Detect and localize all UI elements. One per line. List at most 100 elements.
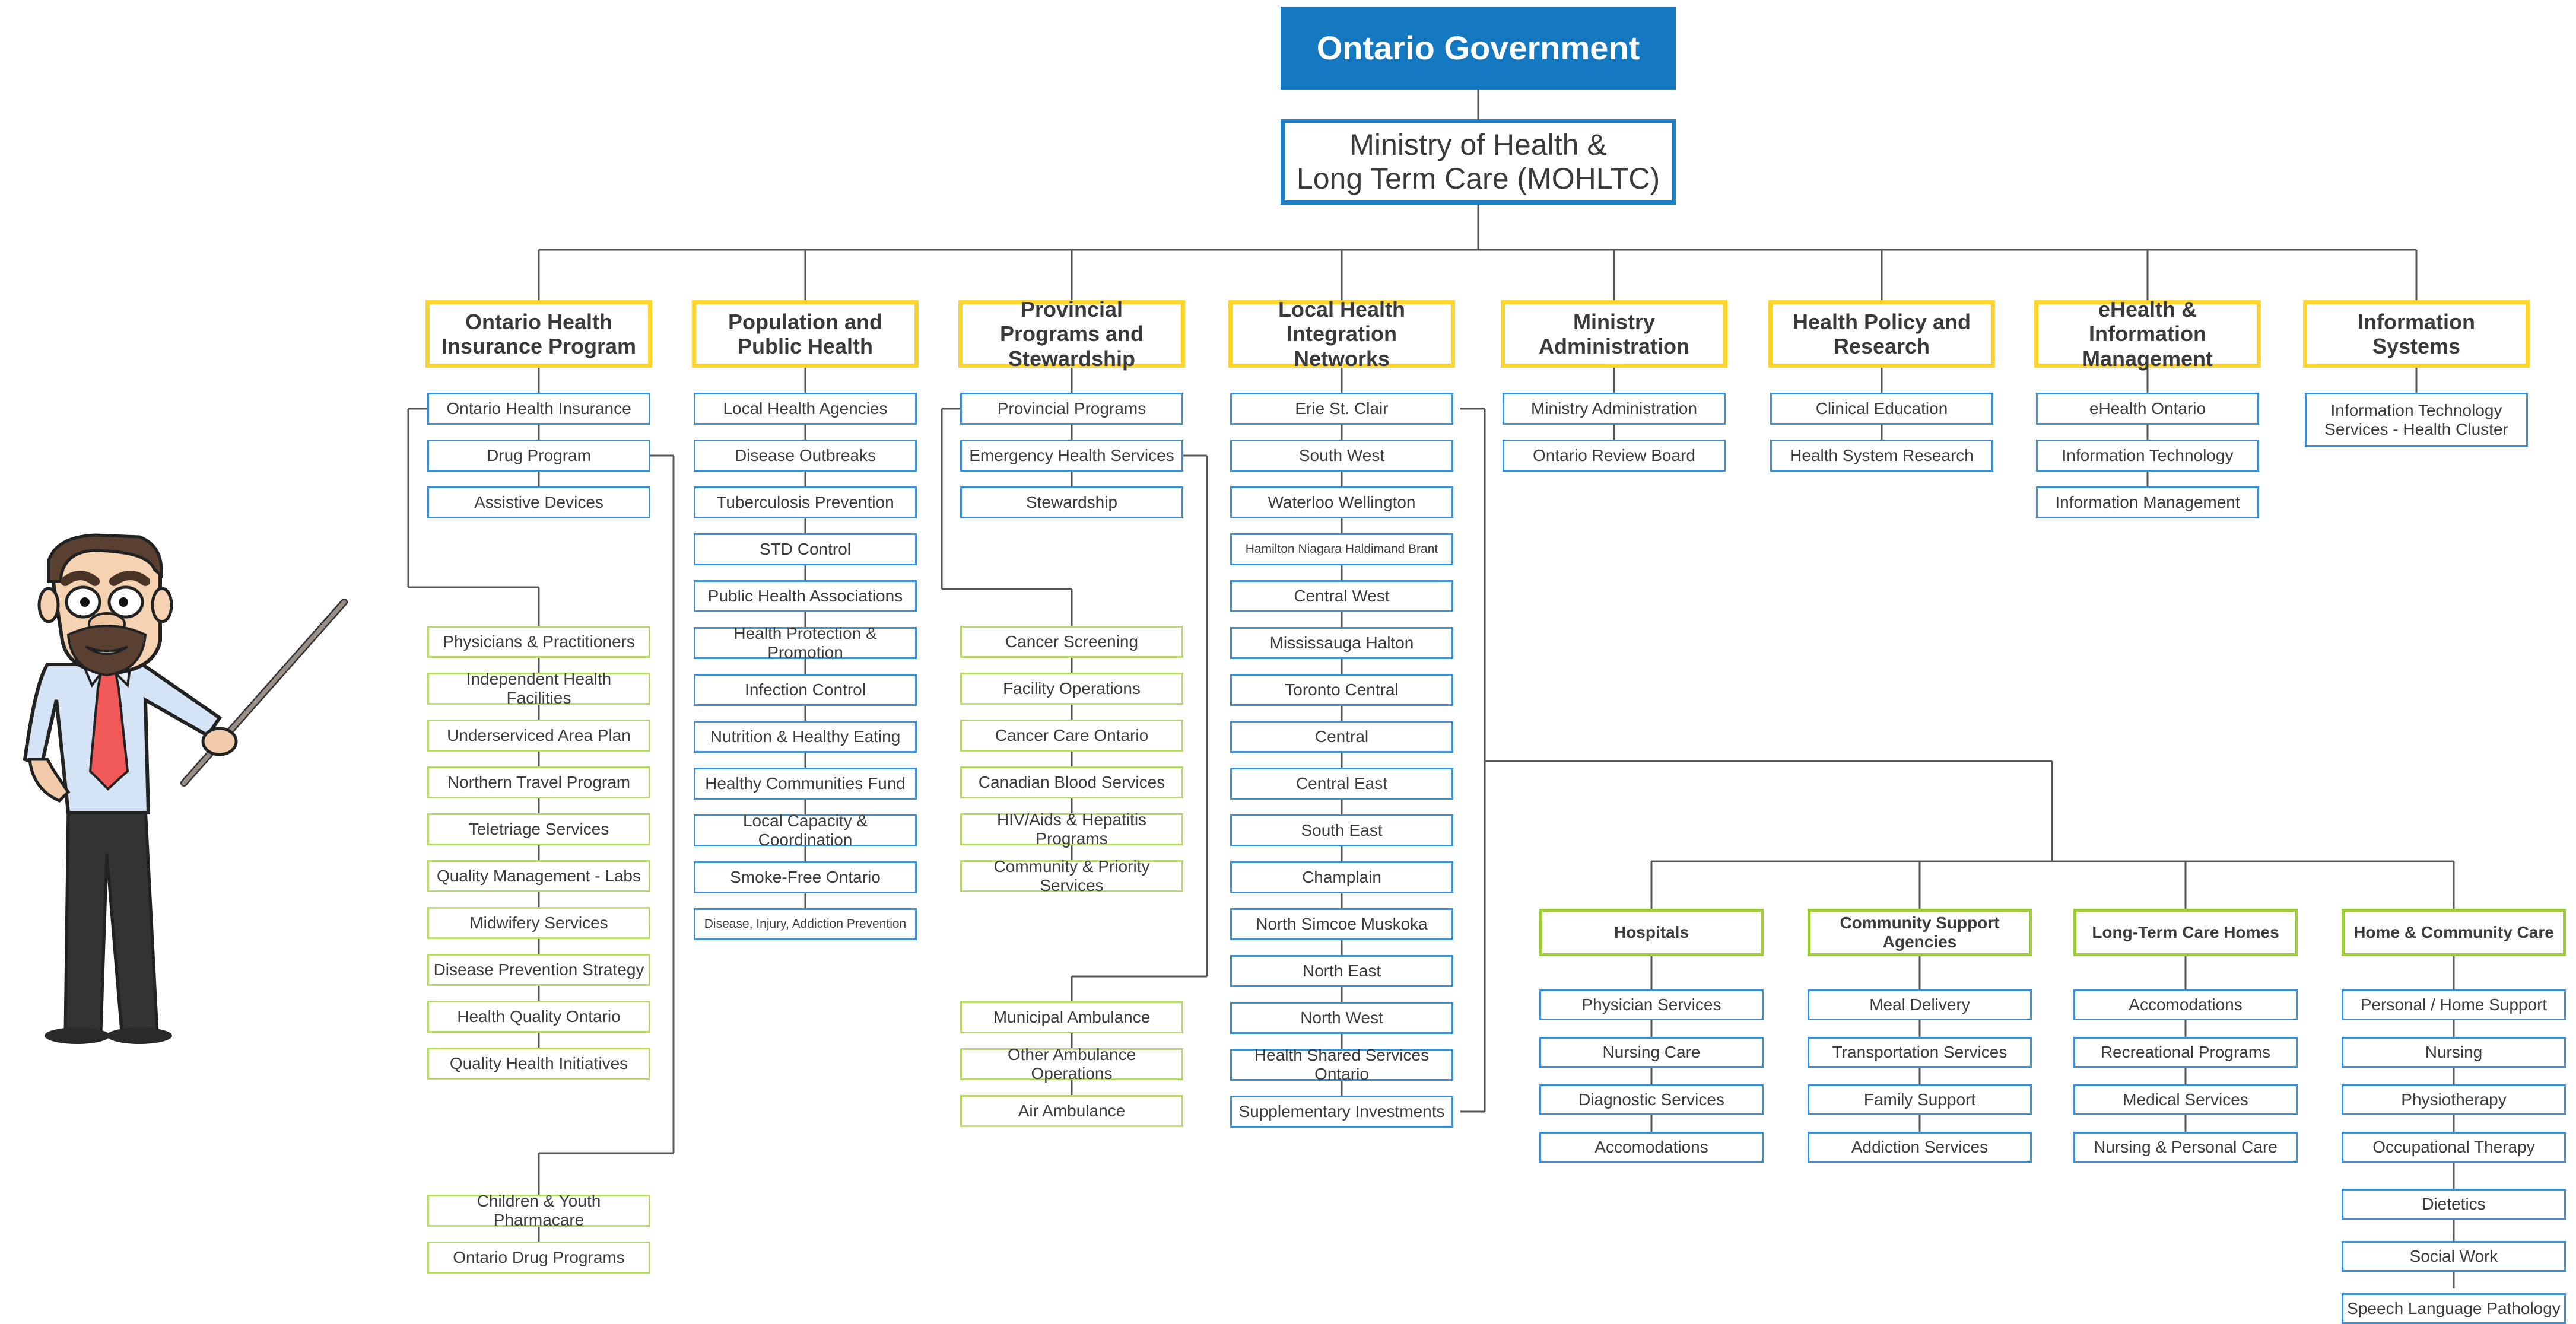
unit-supplementary-investments-label: Supplementary Investments [1238,1102,1445,1121]
program-midwifery-services-label: Midwifery Services [469,913,608,932]
division-ontario-health-insurance-program: Ontario Health Insurance Program [425,300,652,368]
division-ehealth-information-management: eHealth & Information Management [2034,297,2261,371]
program-health-quality-ontario-label: Health Quality Ontario [457,1007,621,1026]
unit-health-shared-services-ontario: Health Shared Services Ontario [1230,1045,1453,1083]
service-physiotherapy: Physiotherapy [2342,1084,2566,1115]
division-health-policy-and-research: Health Policy and Research [1768,300,1995,368]
service-meal-delivery-label: Meal Delivery [1869,995,1970,1014]
unit-clinical-education: Clinical Education [1770,393,1993,425]
unit-provincial-programs-label: Provincial Programs [997,399,1146,418]
unit-mississauga-halton: Mississauga Halton [1230,627,1453,659]
service-physician-services-label: Physician Services [1581,995,1721,1014]
program-teletriage-services-label: Teletriage Services [468,819,609,838]
provincial-program-cancer-screening: Cancer Screening [960,626,1183,658]
division-health-policy-and-research-label: Health Policy and Research [1792,309,1971,358]
unit-disease-outbreaks: Disease Outbreaks [694,440,917,472]
unit-assistive-devices: Assistive Devices [427,486,650,518]
program-teletriage-services: Teletriage Services [427,813,650,845]
program-midwifery-services: Midwifery Services [427,907,650,939]
unit-south-west-label: South West [1298,445,1385,464]
service-addiction-services: Addiction Services [1808,1132,2032,1163]
service-group-home-community-care-label: Home & Community Care [2353,922,2554,941]
unit-std-control-label: STD Control [759,539,852,558]
unit-north-simcoe-muskoka-label: North Simcoe Muskoka [1256,914,1428,933]
unit-central-label: Central [1314,727,1369,746]
service-transportation-services: Transportation Services [1808,1037,2032,1068]
unit-north-simcoe-muskoka: North Simcoe Muskoka [1230,908,1453,940]
program-physicians-practitioners: Physicians & Practitioners [427,626,650,658]
drug-program-children-youth-pharmacare: Children & Youth Pharmacare [427,1192,650,1229]
unit-stewardship-label: Stewardship [1025,492,1118,511]
unit-tuberculosis-prevention: Tuberculosis Prevention [694,486,917,518]
program-underserviced-area-plan: Underserviced Area Plan [427,720,650,752]
unit-infection-control-label: Infection Control [745,680,866,699]
unit-information-technology: Information Technology [2036,440,2259,472]
emergency-service-air-ambulance: Air Ambulance [960,1095,1183,1127]
program-underserviced-area-plan-label: Underserviced Area Plan [447,725,631,744]
service-group-community-support-agencies-label: Community Support Agencies [1840,913,2000,951]
unit-ontario-health-insurance: Ontario Health Insurance [427,393,650,425]
provincial-program-community-priority-services-label: Community & Priority Services [993,857,1150,895]
service-speech-language-pathology-label: Speech Language Pathology [2347,1298,2561,1317]
division-ehealth-information-management-label: eHealth & Information Management [2082,297,2213,371]
unit-health-protection-promotion: Health Protection & Promotion [694,624,917,661]
unit-champlain: Champlain [1230,861,1453,893]
unit-public-health-associations: Public Health Associations [694,580,917,612]
service-recreational-programs: Recreational Programs [2073,1037,2298,1068]
drug-program-ontario-drug-programs: Ontario Drug Programs [427,1242,650,1274]
unit-information-management: Information Management [2036,486,2259,518]
unit-provincial-programs: Provincial Programs [960,393,1183,425]
emergency-service-municipal-ambulance-label: Municipal Ambulance [993,1007,1151,1026]
provincial-program-cancer-care-ontario: Cancer Care Ontario [960,720,1183,752]
division-local-health-integration-networks: Local Health Integration Networks [1228,297,1455,371]
service-group-long-term-care-homes: Long-Term Care Homes [2073,909,2298,956]
service-family-support-label: Family Support [1863,1090,1976,1109]
unit-north-east-label: North East [1302,961,1381,980]
unit-toronto-central-label: Toronto Central [1285,680,1399,699]
ministry-label-line1: Ministry of Health & [1349,128,1607,161]
service-accomodations: Accomodations [2073,989,2298,1020]
unit-ontario-health-insurance-label: Ontario Health Insurance [446,399,631,418]
unit-ontario-review-board: Ontario Review Board [1503,440,1726,472]
division-ministry-administration-label: Ministry Administration [1538,309,1689,358]
program-disease-prevention-strategy: Disease Prevention Strategy [427,954,650,986]
unit-ministry-administration: Ministry Administration [1503,393,1726,425]
service-nursing-care: Nursing Care [1539,1037,1764,1068]
provincial-program-hiv-aids-hepatitis-programs: HIV/Aids & Hepatitis Programs [960,810,1183,848]
unit-infection-control: Infection Control [694,674,917,706]
unit-waterloo-wellington: Waterloo Wellington [1230,486,1453,518]
emergency-service-other-ambulance-operations: Other Ambulance Operations [960,1045,1183,1083]
unit-drug-program-label: Drug Program [487,445,591,464]
unit-information-technology-services-health-cluster: Information Technology Services - Health… [2305,393,2528,447]
service-meal-delivery: Meal Delivery [1808,989,2032,1020]
service-nursing: Nursing [2342,1037,2566,1068]
service-group-long-term-care-homes-label: Long-Term Care Homes [2092,922,2279,941]
service-dietetics-label: Dietetics [2422,1194,2486,1213]
unit-toronto-central: Toronto Central [1230,674,1453,706]
unit-north-west: North West [1230,1002,1453,1034]
unit-champlain-label: Champlain [1302,867,1381,886]
program-independent-health-facilities: Independent Health Facilities [427,670,650,707]
unit-mississauga-halton-label: Mississauga Halton [1269,633,1414,652]
unit-north-west-label: North West [1300,1008,1383,1027]
service-group-hospitals-label: Hospitals [1613,922,1689,941]
unit-local-health-agencies: Local Health Agencies [694,393,917,425]
root-label: Ontario Government [1316,28,1640,66]
service-nursing-label: Nursing [2425,1042,2483,1061]
unit-hamilton-niagara-haldimand-brant: Hamilton Niagara Haldimand Brant [1230,533,1453,565]
program-northern-travel-program: Northern Travel Program [427,766,650,798]
division-information-systems: Information Systems [2303,300,2530,368]
service-diagnostic-services-label: Diagnostic Services [1578,1090,1724,1109]
unit-smoke-free-ontario-label: Smoke-Free Ontario [730,867,881,886]
unit-local-health-agencies-label: Local Health Agencies [723,399,888,418]
service-medical-services-label: Medical Services [2123,1090,2248,1109]
program-disease-prevention-strategy-label: Disease Prevention Strategy [433,960,644,979]
service-group-community-support-agencies: Community Support Agencies [1808,909,2032,956]
unit-supplementary-investments: Supplementary Investments [1230,1096,1453,1128]
unit-health-shared-services-ontario-label: Health Shared Services Ontario [1254,1045,1430,1083]
unit-ministry-administration-label: Ministry Administration [1530,399,1698,418]
provincial-program-community-priority-services: Community & Priority Services [960,857,1183,895]
service-occupational-therapy: Occupational Therapy [2342,1132,2566,1163]
unit-information-management-label: Information Management [2055,492,2240,511]
unit-north-east: North East [1230,955,1453,987]
